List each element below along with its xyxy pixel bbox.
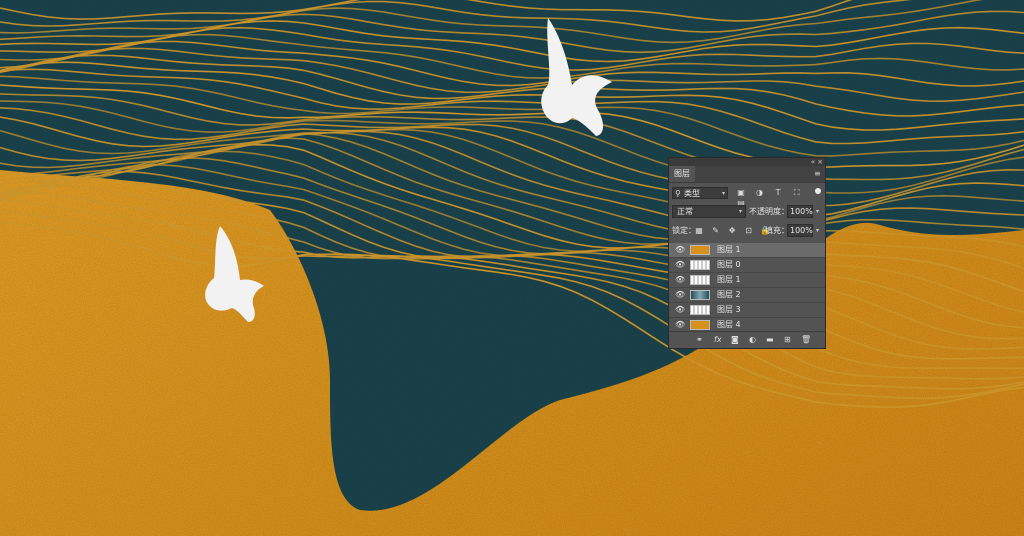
layer-row[interactable]: 👁 图层 3 xyxy=(669,303,825,318)
lock-row: 锁定： ▦ ✎ ✥ ⊡ 🔒 填充： 100% ▾ xyxy=(669,221,825,240)
lock-paint-icon[interactable]: ✎ xyxy=(711,221,721,240)
layer-row[interactable]: 👁 图层 0 xyxy=(669,258,825,273)
panel-bottom-bar: ⚭ fx ◙ ◐ ▬ ⊞ 🗑 xyxy=(669,331,825,348)
layer-name[interactable]: 图层 0 xyxy=(717,258,741,272)
layer-name[interactable]: 图层 1 xyxy=(717,273,741,287)
visibility-eye-icon[interactable]: 👁 xyxy=(675,243,685,257)
filter-kind-select[interactable]: ⚲ 类型 ▾ xyxy=(672,187,728,199)
artwork-canvas xyxy=(0,0,1024,536)
layer-thumbnail xyxy=(690,245,710,255)
blend-mode-select[interactable]: 正常 ▾ xyxy=(672,205,746,218)
link-icon[interactable]: ⚭ xyxy=(696,332,703,348)
filter-row: ⚲ 类型 ▾ ▣ ◑ T ⛶ ▤ xyxy=(669,183,825,202)
blend-mode-value: 正常 xyxy=(677,206,693,218)
chevron-down-icon[interactable]: ▾ xyxy=(816,224,819,237)
layer-name[interactable]: 图层 4 xyxy=(717,318,741,332)
image-filter-icon[interactable]: ▣ xyxy=(735,187,747,198)
layer-row[interactable]: 👁 图层 1 xyxy=(669,243,825,258)
visibility-eye-icon[interactable]: 👁 xyxy=(675,288,685,302)
layer-thumbnail xyxy=(690,305,710,315)
layer-thumbnail xyxy=(690,320,710,330)
panel-titlebar[interactable]: « × xyxy=(669,158,825,166)
layer-thumbnail xyxy=(690,275,710,285)
visibility-eye-icon[interactable]: 👁 xyxy=(675,258,685,272)
tab-layers[interactable]: 图层 xyxy=(669,166,695,182)
layer-name[interactable]: 图层 3 xyxy=(717,303,741,317)
chevron-down-icon: ▾ xyxy=(739,206,742,218)
shape-filter-icon[interactable]: ⛶ xyxy=(791,187,803,198)
lock-artboard-icon[interactable]: ⊡ xyxy=(744,221,754,240)
visibility-eye-icon[interactable]: 👁 xyxy=(675,318,685,332)
type-filter-icon[interactable]: T xyxy=(772,187,784,198)
layer-list: 👁 图层 1 👁 图层 0 👁 图层 1 👁 图层 2 👁 图层 3 👁 图层 … xyxy=(669,243,825,333)
adjustment-icon[interactable]: ◐ xyxy=(749,332,756,348)
fill-field[interactable]: 100% xyxy=(787,224,813,237)
opacity-field[interactable]: 100% xyxy=(787,205,813,218)
visibility-eye-icon[interactable]: 👁 xyxy=(675,303,685,317)
filter-toggle[interactable] xyxy=(815,188,821,194)
blend-row: 正常 ▾ 不透明度： 100% ▾ xyxy=(669,202,825,221)
panel-menu-icon[interactable]: ≡ xyxy=(814,170,822,178)
layer-row[interactable]: 👁 图层 2 xyxy=(669,288,825,303)
trash-icon[interactable]: 🗑 xyxy=(801,332,811,348)
layer-thumbnail xyxy=(690,290,710,300)
close-icon[interactable]: × xyxy=(817,158,823,166)
mask-icon[interactable]: ◙ xyxy=(731,332,739,348)
fx-icon[interactable]: fx xyxy=(714,332,722,348)
folder-icon[interactable]: ▬ xyxy=(766,332,774,348)
lock-position-icon[interactable]: ✥ xyxy=(727,221,737,240)
new-layer-icon[interactable]: ⊞ xyxy=(784,332,791,348)
lock-label: 锁定： xyxy=(672,221,696,240)
chevron-down-icon: ▾ xyxy=(722,188,725,199)
opacity-label: 不透明度： xyxy=(749,202,789,221)
fill-label: 填充： xyxy=(765,221,789,240)
filter-kind-label: 类型 xyxy=(684,188,700,199)
collapse-icon[interactable]: « xyxy=(811,158,815,166)
layer-name[interactable]: 图层 2 xyxy=(717,288,741,302)
visibility-eye-icon[interactable]: 👁 xyxy=(675,273,685,287)
layer-thumbnail xyxy=(690,260,710,270)
panel-tabbar: 图层 ≡ xyxy=(669,166,825,183)
layers-panel: « × 图层 ≡ ⚲ 类型 ▾ ▣ ◑ T ⛶ ▤ 正常 ▾ 不透明度： 100… xyxy=(668,157,826,349)
chevron-down-icon[interactable]: ▾ xyxy=(816,205,819,218)
lock-transparent-icon[interactable]: ▦ xyxy=(694,221,704,240)
search-icon: ⚲ xyxy=(675,188,681,199)
adjustment-filter-icon[interactable]: ◑ xyxy=(754,187,766,198)
layer-name[interactable]: 图层 1 xyxy=(717,243,741,257)
layer-row[interactable]: 👁 图层 1 xyxy=(669,273,825,288)
